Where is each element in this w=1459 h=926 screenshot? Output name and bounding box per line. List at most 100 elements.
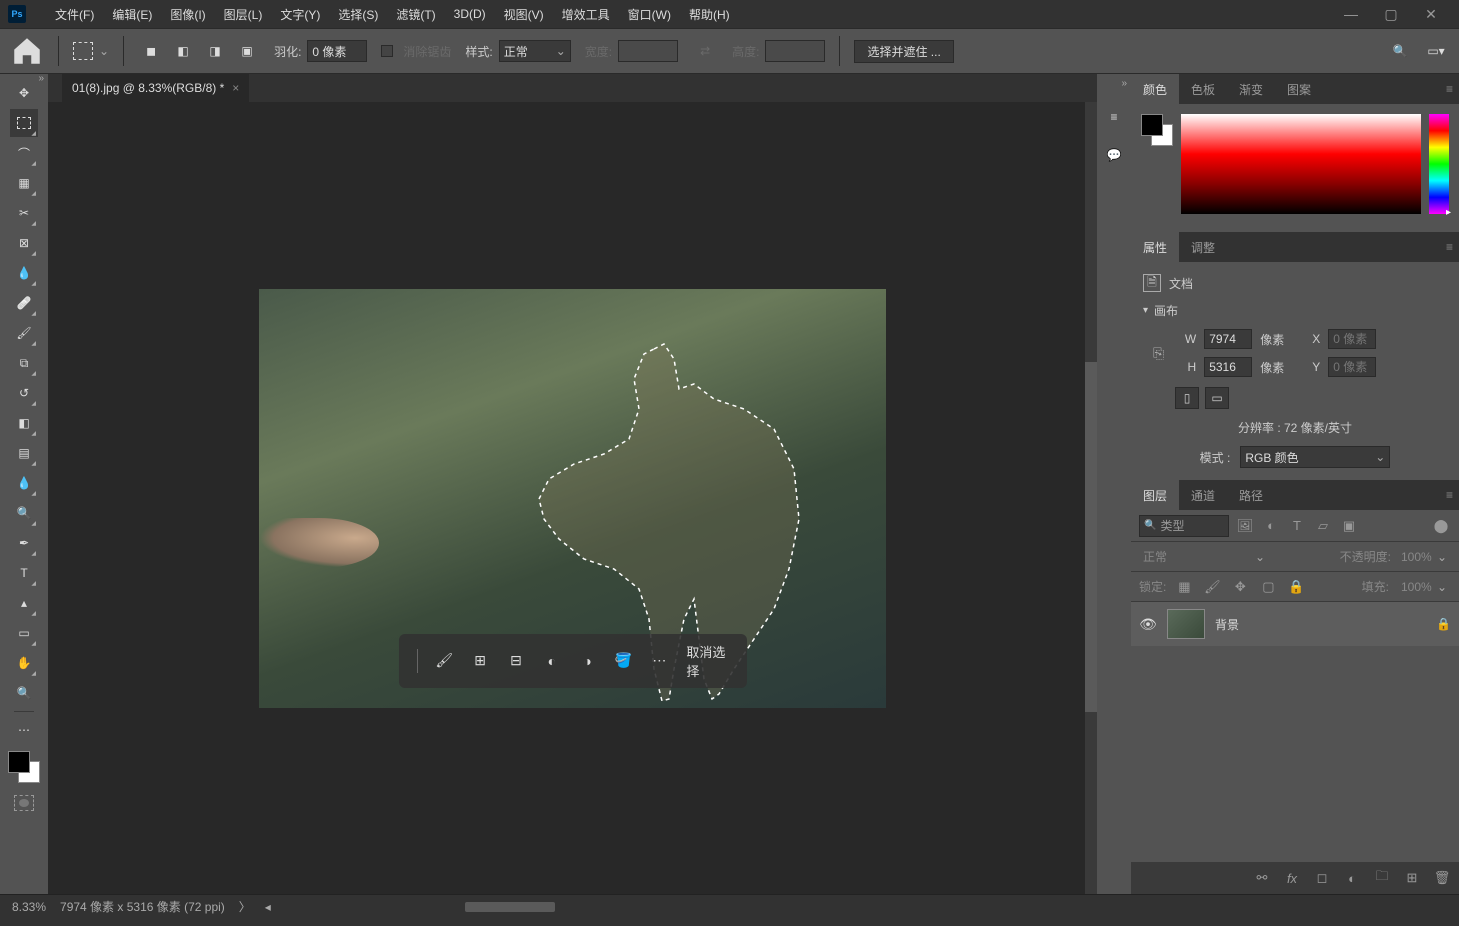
- fill-sel-icon[interactable]: 🪣: [615, 650, 633, 672]
- layer-filter-select[interactable]: 类型: [1139, 515, 1229, 537]
- lock-all-icon[interactable]: 🔒: [1286, 577, 1306, 597]
- tool-preset[interactable]: ⌄: [73, 42, 109, 60]
- add-selection-icon[interactable]: ◧: [170, 38, 196, 64]
- vertical-scrollbar[interactable]: [1085, 102, 1097, 894]
- props-panel-menu-icon[interactable]: ≡: [1446, 240, 1453, 254]
- filter-toggle-icon[interactable]: ⬤: [1431, 516, 1451, 536]
- new-selection-icon[interactable]: ◼: [138, 38, 164, 64]
- style-select[interactable]: 正常: [499, 40, 571, 62]
- tab-swatches[interactable]: 色板: [1179, 74, 1227, 104]
- layer-name-label[interactable]: 背景: [1215, 616, 1426, 633]
- link-layers-icon[interactable]: ⚯: [1253, 869, 1271, 887]
- tab-color[interactable]: 颜色: [1131, 74, 1179, 104]
- tab-paths[interactable]: 路径: [1227, 480, 1275, 510]
- document-tab[interactable]: 01(8).jpg @ 8.33%(RGB/8) * ×: [62, 74, 249, 102]
- eraser-tool[interactable]: ◧: [10, 409, 38, 437]
- menu-filter[interactable]: 滤镜(T): [387, 6, 444, 23]
- link-dims-icon[interactable]: ⎘: [1153, 345, 1164, 362]
- hand-tool[interactable]: ✋: [10, 649, 38, 677]
- canvas-height-input[interactable]: [1204, 357, 1252, 377]
- mask-icon[interactable]: ◻: [1313, 869, 1331, 887]
- deselect-button[interactable]: 取消选择: [686, 642, 728, 680]
- menu-edit[interactable]: 编辑(E): [103, 6, 161, 23]
- shape-tool[interactable]: ▭: [10, 619, 38, 647]
- blur-tool[interactable]: 💧: [10, 469, 38, 497]
- layer-thumbnail[interactable]: [1167, 609, 1205, 639]
- menu-text[interactable]: 文字(Y): [271, 6, 329, 23]
- filter-smart-icon[interactable]: ▣: [1339, 516, 1359, 536]
- lock-transparency-icon[interactable]: ▦: [1174, 577, 1194, 597]
- color-mode-select[interactable]: RGB 颜色: [1240, 446, 1390, 468]
- lock-pixels-icon[interactable]: 🖌: [1202, 577, 1222, 597]
- gradient-tool[interactable]: ▤: [10, 439, 38, 467]
- path-select-tool[interactable]: ▴: [10, 589, 38, 617]
- filter-shape-icon[interactable]: ▱: [1313, 516, 1333, 536]
- color-panel-menu-icon[interactable]: ≡: [1446, 82, 1453, 96]
- panel-icon-2[interactable]: 💬: [1101, 142, 1127, 168]
- menu-image[interactable]: 图像(I): [161, 6, 214, 23]
- layer-item[interactable]: 👁 背景 🔒: [1131, 602, 1459, 646]
- menu-plugins[interactable]: 增效工具: [553, 6, 619, 23]
- delete-layer-icon[interactable]: 🗑: [1433, 869, 1451, 887]
- tab-properties[interactable]: 属性: [1131, 232, 1179, 262]
- invert-sel-icon[interactable]: ◐: [543, 650, 561, 672]
- canvas-viewport[interactable]: 🖌 ⊞ ⊟ ◐ ◑ 🪣 ⋯ 取消选择: [48, 102, 1097, 894]
- color-field[interactable]: [1181, 114, 1421, 214]
- more-sel-icon[interactable]: ⋯: [650, 650, 668, 672]
- menu-file[interactable]: 文件(F): [46, 6, 103, 23]
- minimize-button[interactable]: —: [1331, 2, 1371, 26]
- object-select-tool[interactable]: ▦: [10, 169, 38, 197]
- layer-locked-icon[interactable]: 🔒: [1436, 617, 1451, 631]
- crop-tool[interactable]: ✂: [10, 199, 38, 227]
- zoom-level[interactable]: 8.33%: [12, 900, 46, 914]
- filter-type-icon[interactable]: T: [1287, 516, 1307, 536]
- menu-help[interactable]: 帮助(H): [680, 6, 739, 23]
- menu-select[interactable]: 选择(S): [329, 6, 387, 23]
- pen-tool[interactable]: ✒: [10, 529, 38, 557]
- menu-3d[interactable]: 3D(D): [445, 7, 495, 21]
- workspace-icon[interactable]: ▭▾: [1423, 38, 1449, 64]
- new-layer-icon[interactable]: ⊞: [1403, 869, 1421, 887]
- select-and-mask-button[interactable]: 选择并遮住 ...: [854, 40, 953, 63]
- adjustment-layer-icon[interactable]: ◐: [1343, 869, 1361, 887]
- tab-channels[interactable]: 通道: [1179, 480, 1227, 510]
- lock-artboard-icon[interactable]: ▢: [1258, 577, 1278, 597]
- tab-patterns[interactable]: 图案: [1275, 74, 1323, 104]
- fx-icon[interactable]: fx: [1283, 869, 1301, 887]
- menu-layer[interactable]: 图层(L): [215, 6, 272, 23]
- panel-icon-1[interactable]: ≡: [1101, 104, 1127, 130]
- edit-toolbar[interactable]: ⋯: [10, 716, 38, 744]
- tab-gradients[interactable]: 渐变: [1227, 74, 1275, 104]
- add-sel-icon[interactable]: ⊞: [471, 650, 489, 672]
- maximize-button[interactable]: ▢: [1371, 2, 1411, 26]
- hue-slider[interactable]: ▸: [1429, 114, 1449, 214]
- menu-window[interactable]: 窗口(W): [619, 6, 680, 23]
- color-swatch[interactable]: [8, 751, 40, 783]
- close-tab-icon[interactable]: ×: [232, 81, 239, 95]
- layers-panel-menu-icon[interactable]: ≡: [1446, 488, 1453, 502]
- brush-refine-icon[interactable]: 🖌: [435, 650, 453, 672]
- visibility-toggle-icon[interactable]: 👁: [1139, 616, 1157, 633]
- canvas-width-input[interactable]: [1204, 329, 1252, 349]
- search-icon[interactable]: 🔍: [1387, 38, 1413, 64]
- expand-tools-icon[interactable]: »: [38, 73, 44, 84]
- landscape-orientation-icon[interactable]: ▭: [1205, 387, 1229, 409]
- frame-tool[interactable]: ⊠: [10, 229, 38, 257]
- type-tool[interactable]: T: [10, 559, 38, 587]
- quickmask-toggle[interactable]: [14, 795, 34, 811]
- lasso-tool[interactable]: ⌒: [10, 139, 38, 167]
- canvas[interactable]: 🖌 ⊞ ⊟ ◐ ◑ 🪣 ⋯ 取消选择: [259, 289, 886, 708]
- horizontal-scrollbar[interactable]: [465, 902, 555, 912]
- filter-adjust-icon[interactable]: ◐: [1261, 516, 1281, 536]
- foreground-color[interactable]: [8, 751, 30, 773]
- history-brush-tool[interactable]: ↺: [10, 379, 38, 407]
- eyedropper-tool[interactable]: 💧: [10, 259, 38, 287]
- doc-info-chevron-icon[interactable]: 〉: [239, 898, 251, 915]
- healing-tool[interactable]: 🩹: [10, 289, 38, 317]
- menu-view[interactable]: 视图(V): [495, 6, 553, 23]
- tab-adjustments[interactable]: 调整: [1179, 232, 1227, 262]
- marquee-tool[interactable]: [10, 109, 38, 137]
- subtract-selection-icon[interactable]: ◨: [202, 38, 228, 64]
- expand-dock-icon[interactable]: »: [1121, 78, 1127, 89]
- stamp-tool[interactable]: ⧉: [10, 349, 38, 377]
